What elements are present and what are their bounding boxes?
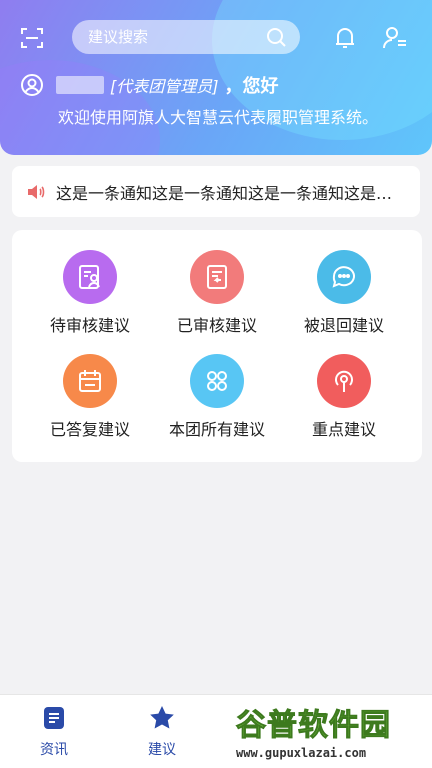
menu-pending-review[interactable]: 待审核建议: [22, 250, 158, 350]
search-input[interactable]: [88, 20, 258, 54]
tab-label: 资讯: [40, 742, 68, 758]
menu-label: 已答复建议: [49, 420, 130, 439]
review-person-icon: [63, 250, 117, 304]
menu-label: 重点建议: [311, 420, 376, 439]
suggestion-menu: 待审核建议 已审核建议 被退回建议 已答复建议 本团所有建议 重点建议: [12, 230, 422, 462]
chat-bubble-icon: [317, 250, 371, 304]
tab-suggestions[interactable]: 建议: [122, 705, 202, 759]
clover-icon: [190, 354, 244, 408]
watermark-url: www.gupuxlazai.com: [236, 746, 367, 760]
star-icon: [150, 706, 174, 729]
tab-news[interactable]: 资讯: [14, 705, 94, 759]
menu-key[interactable]: 重点建议: [276, 354, 412, 454]
calendar-icon: [63, 354, 117, 408]
document-icon: [44, 707, 64, 729]
search-icon[interactable]: [266, 27, 286, 47]
top-bar: [0, 18, 432, 58]
search-bar[interactable]: [72, 20, 300, 54]
user-settings-icon[interactable]: [382, 26, 408, 50]
menu-label: 被退回建议: [303, 316, 384, 335]
notice-text: 这是一条通知这是一条通知这是一条通知这是一条通知: [56, 183, 406, 203]
bell-icon[interactable]: [334, 26, 356, 50]
user-role: [代表团管理员]: [110, 77, 219, 96]
menu-answered[interactable]: 已答复建议: [22, 354, 158, 454]
watermark-title: 谷普软件园: [236, 708, 391, 744]
menu-returned[interactable]: 被退回建议: [276, 250, 412, 350]
speaker-icon: [28, 184, 45, 199]
menu-label: 已审核建议: [176, 316, 257, 335]
notice-bar[interactable]: 这是一条通知这是一条通知这是一条通知这是一条通知: [12, 166, 420, 217]
greeting-text: ，您好: [224, 76, 279, 97]
scan-icon[interactable]: [20, 26, 44, 50]
header-banner: [代表团管理员] ，您好 欢迎使用阿旗人大智慧云代表履职管理系统。: [0, 0, 432, 155]
greeting-row: [代表团管理员] ，您好: [20, 72, 279, 98]
menu-label: 本团所有建议: [168, 420, 265, 439]
welcome-message: 欢迎使用阿旗人大智慧云代表履职管理系统。: [58, 108, 379, 127]
tab-label: 建议: [148, 742, 176, 758]
masked-username: [56, 76, 104, 94]
signal-pin-icon: [317, 354, 371, 408]
person-icon: [21, 74, 43, 96]
menu-label: 待审核建议: [49, 316, 130, 335]
watermark: 谷普软件园 www.gupuxlazai.com: [236, 700, 432, 768]
doc-return-icon: [190, 250, 244, 304]
menu-reviewed[interactable]: 已审核建议: [149, 250, 285, 350]
menu-all-group[interactable]: 本团所有建议: [149, 354, 285, 454]
